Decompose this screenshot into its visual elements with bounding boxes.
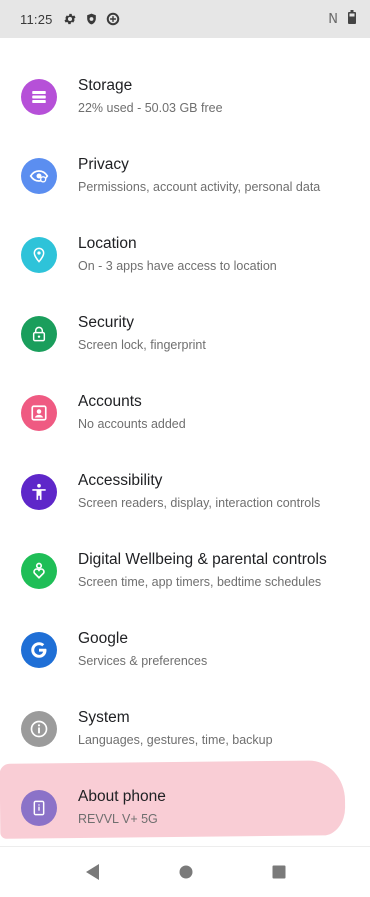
settings-item-text: Security Screen lock, fingerprint xyxy=(78,313,206,354)
settings-item-location[interactable]: Location On - 3 apps have access to loca… xyxy=(0,215,370,294)
settings-item-summary: REVVL V+ 5G xyxy=(78,812,158,826)
settings-item-summary: Services & preferences xyxy=(78,654,208,668)
settings-item-accounts[interactable]: Accounts No accounts added xyxy=(0,373,370,452)
lock-icon xyxy=(21,315,57,352)
location-icon xyxy=(21,236,57,273)
settings-item-text: Storage 22% used - 50.03 GB free xyxy=(78,76,223,117)
settings-list: Storage 22% used - 50.03 GB free Privacy… xyxy=(0,57,370,847)
status-notification-icons xyxy=(63,12,120,26)
settings-item-summary: No accounts added xyxy=(78,417,186,431)
wellbeing-icon xyxy=(21,552,57,589)
info-icon xyxy=(21,710,57,747)
settings-item-title: Location xyxy=(78,235,137,252)
navigation-bar xyxy=(0,846,370,897)
status-system-icons: N xyxy=(328,9,356,29)
settings-item-summary: 22% used - 50.03 GB free xyxy=(78,101,223,115)
settings-item-privacy[interactable]: Privacy Permissions, account activity, p… xyxy=(0,136,370,215)
settings-item-title: About phone xyxy=(78,788,166,805)
status-time: 11:25 xyxy=(20,11,53,27)
gear-icon xyxy=(63,12,77,26)
settings-item-google[interactable]: Google Services & preferences xyxy=(0,610,370,689)
settings-item-text: Google Services & preferences xyxy=(78,629,207,670)
back-icon[interactable] xyxy=(86,864,100,880)
settings-item-accessibility[interactable]: Accessibility Screen readers, display, i… xyxy=(0,452,370,531)
accessibility-icon xyxy=(21,473,57,510)
home-icon[interactable] xyxy=(179,865,193,879)
settings-item-text: System Languages, gestures, time, backup xyxy=(78,708,273,749)
accounts-icon xyxy=(21,394,57,431)
battery-icon xyxy=(348,9,356,29)
settings-item-summary: Screen lock, fingerprint xyxy=(78,338,206,352)
settings-item-text: About phone REVVL V+ 5G xyxy=(78,787,166,828)
privacy-icon xyxy=(21,157,57,194)
settings-item-summary: Screen readers, display, interaction con… xyxy=(78,496,321,510)
status-bar: 11:25 N xyxy=(0,0,370,38)
settings-item-title: Google xyxy=(78,630,128,647)
settings-item-digital-wellbeing[interactable]: Digital Wellbeing & parental controls Sc… xyxy=(0,531,370,610)
settings-item-system[interactable]: System Languages, gestures, time, backup xyxy=(0,689,370,768)
settings-item-title: System xyxy=(78,709,130,726)
settings-item-title: Storage xyxy=(78,77,133,94)
settings-item-security[interactable]: Security Screen lock, fingerprint xyxy=(0,294,370,373)
google-icon xyxy=(21,631,57,668)
settings-item-title: Privacy xyxy=(78,156,129,173)
settings-item-about-phone[interactable]: About phone REVVL V+ 5G xyxy=(0,768,370,847)
settings-item-title: Security xyxy=(78,314,134,331)
settings-item-title: Accessibility xyxy=(78,472,163,489)
settings-item-summary: On - 3 apps have access to location xyxy=(78,259,277,273)
phone-icon xyxy=(21,789,57,826)
settings-item-text: Accounts No accounts added xyxy=(78,392,186,433)
recents-icon[interactable] xyxy=(272,865,286,879)
settings-item-title: Digital Wellbeing & parental controls xyxy=(78,551,327,568)
storage-icon xyxy=(21,78,57,115)
settings-item-text: Location On - 3 apps have access to loca… xyxy=(78,234,277,275)
settings-item-storage[interactable]: Storage 22% used - 50.03 GB free xyxy=(0,57,370,136)
settings-item-summary: Screen time, app timers, bedtime schedul… xyxy=(78,575,322,589)
settings-item-text: Privacy Permissions, account activity, p… xyxy=(78,155,320,196)
settings-item-text: Digital Wellbeing & parental controls Sc… xyxy=(78,550,327,591)
settings-item-summary: Languages, gestures, time, backup xyxy=(78,733,273,747)
settings-item-title: Accounts xyxy=(78,393,142,410)
nfc-icon: N xyxy=(328,11,338,27)
settings-item-summary: Permissions, account activity, personal … xyxy=(78,180,321,194)
shield-icon xyxy=(85,12,98,26)
data-saver-icon xyxy=(106,12,120,26)
settings-item-text: Accessibility Screen readers, display, i… xyxy=(78,471,320,512)
